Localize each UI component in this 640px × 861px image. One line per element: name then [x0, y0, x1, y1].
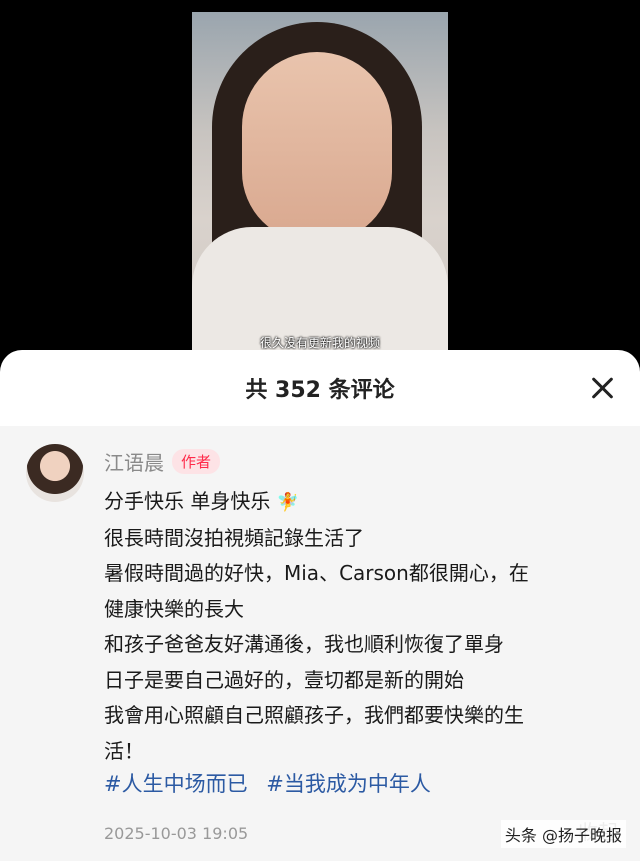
- comment-line: 很長時間沒拍視頻記錄生活了: [104, 525, 364, 550]
- source-watermark: 头条 @扬子晚报: [500, 820, 626, 848]
- fairy-emoji-icon: 🧚: [276, 492, 300, 513]
- video-subtitle: 很久没有更新我的视频: [259, 336, 380, 350]
- comment-text: 分手快乐 单身快乐 🧚 很長時間沒拍視頻記錄生活了 暑假時間過的好快，Mia、C…: [104, 484, 604, 769]
- comment-line: 暑假時間過的好快，Mia、Carson都很開心，在: [104, 561, 529, 585]
- comment-line: 健康快樂的長大: [104, 596, 244, 621]
- comment-line: 日子是要自己過好的，壹切都是新的開始: [104, 667, 464, 692]
- video-player[interactable]: 很久没有更新我的视频: [192, 12, 448, 357]
- comment-line: 分手快乐 单身快乐 🧚: [104, 484, 604, 521]
- comment-line: 活！: [104, 738, 144, 763]
- close-icon[interactable]: [586, 372, 618, 404]
- comment-author-row: 江语晨 作者: [104, 447, 221, 476]
- avatar[interactable]: [26, 444, 84, 502]
- comments-count-title: 共 352 条评论: [245, 378, 395, 403]
- comment-item: 江语晨 作者 分手快乐 单身快乐 🧚 很長時間沒拍視頻記錄生活了 暑假時間過的好…: [0, 426, 640, 861]
- username[interactable]: 江语晨: [104, 447, 164, 476]
- hashtag-link[interactable]: #人生中场而已: [104, 772, 248, 796]
- comment-timestamp: 2025-10-03 19:05: [104, 824, 249, 843]
- comments-panel: 共 352 条评论 江语晨 作者 分手快乐 单身快乐 🧚 很長時間沒拍視頻記錄生…: [0, 350, 640, 861]
- author-badge: 作者: [172, 448, 221, 474]
- hashtag-list: #人生中场而已 #当我成为中年人: [104, 768, 443, 798]
- comment-line: 和孩子爸爸友好溝通後，我也順利恢復了單身: [104, 632, 504, 656]
- hashtag-link[interactable]: #当我成为中年人: [266, 772, 431, 796]
- video-person-face: [242, 52, 392, 242]
- comment-line: 我會用心照顧自己照顧孩子，我們都要快樂的生: [104, 703, 524, 727]
- comments-header: 共 352 条评论: [0, 350, 640, 426]
